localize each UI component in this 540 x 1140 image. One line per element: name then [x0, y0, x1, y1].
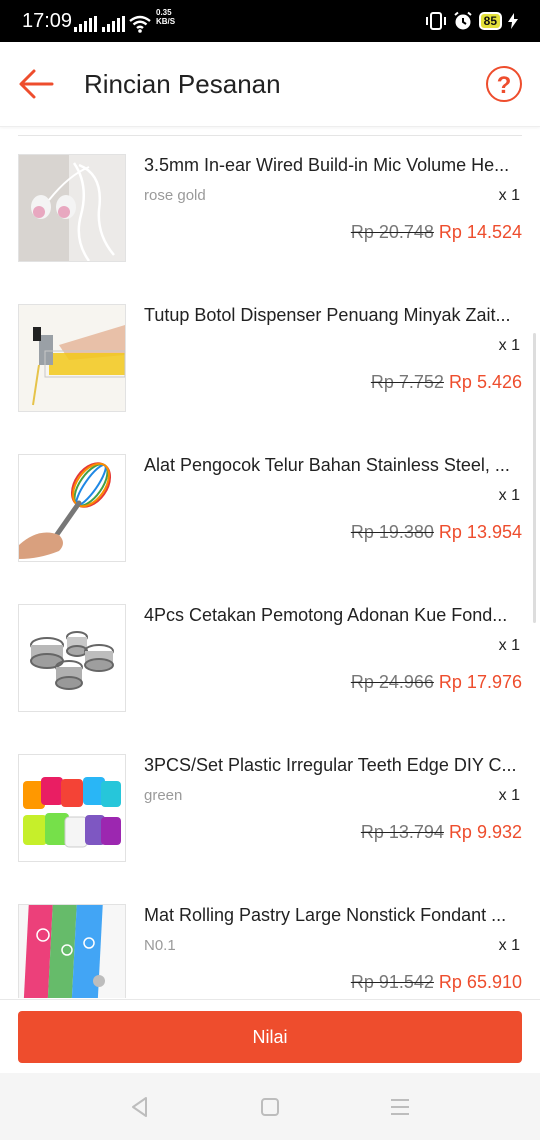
product-quantity: x 1	[498, 787, 520, 804]
discounted-price: Rp 5.426	[448, 372, 522, 392]
alarm-icon	[454, 11, 472, 30]
product-name[interactable]: Alat Pengocok Telur Bahan Stainless Stee…	[144, 454, 522, 476]
divider	[18, 135, 522, 136]
order-item[interactable]: 4Pcs Cetakan Pemotong Adonan Kue Fond...…	[0, 604, 540, 754]
original-price: Rp 24.966	[350, 672, 434, 692]
vibrate-icon	[425, 12, 446, 30]
signal-icon	[74, 16, 97, 32]
price-block: Rp 91.542 Rp 65.910	[351, 971, 522, 993]
order-item[interactable]: Mat Rolling Pastry Large Nonstick Fondan…	[0, 904, 540, 998]
product-image-plastic-scrapers[interactable]	[18, 754, 126, 862]
product-name[interactable]: 3.5mm In-ear Wired Build-in Mic Volume H…	[144, 154, 522, 176]
discounted-price: Rp 13.954	[438, 522, 522, 542]
product-quantity: x 1	[498, 637, 520, 654]
scrollbar[interactable]	[533, 333, 536, 623]
product-image-egg-whisk[interactable]	[18, 454, 126, 562]
discounted-price: Rp 14.524	[438, 222, 522, 242]
network-speed-value: 0.35	[156, 8, 172, 17]
rate-button[interactable]: Nilai	[18, 1011, 522, 1063]
product-variant: rose gold	[144, 187, 206, 204]
price-block: Rp 24.966 Rp 17.976	[351, 671, 522, 693]
product-quantity: x 1	[498, 487, 520, 504]
back-arrow-icon	[19, 69, 54, 99]
product-name[interactable]: Mat Rolling Pastry Large Nonstick Fondan…	[144, 904, 522, 926]
product-image-cookie-cutters[interactable]	[18, 604, 126, 712]
charging-icon	[508, 13, 518, 29]
app-header: Rincian Pesanan ?	[0, 42, 540, 127]
footer-bar: Nilai	[0, 999, 540, 1074]
product-name[interactable]: 4Pcs Cetakan Pemotong Adonan Kue Fond...	[144, 604, 522, 626]
order-item[interactable]: Alat Pengocok Telur Bahan Stainless Stee…	[0, 454, 540, 604]
price-block: Rp 13.794 Rp 9.932	[361, 821, 522, 843]
status-icons: 85	[425, 10, 518, 32]
product-quantity: x 1	[498, 337, 520, 354]
order-item[interactable]: 3.5mm In-ear Wired Build-in Mic Volume H…	[0, 154, 540, 304]
original-price: Rp 20.748	[350, 222, 434, 242]
original-price: Rp 13.794	[360, 822, 444, 842]
nav-menu-icon[interactable]	[388, 1095, 412, 1119]
network-speed-unit: KB/S	[156, 17, 176, 26]
wifi-icon	[129, 15, 151, 33]
discounted-price: Rp 17.976	[438, 672, 522, 692]
product-name[interactable]: 3PCS/Set Plastic Irregular Teeth Edge DI…	[144, 754, 522, 776]
product-variant: green	[144, 787, 183, 804]
product-image-oil-pourer[interactable]	[18, 304, 126, 412]
battery-indicator: 85	[478, 12, 502, 30]
status-bar: 17:09 0.35 KB/S 85	[0, 0, 540, 42]
original-price: Rp 91.542	[350, 972, 434, 992]
page-title: Rincian Pesanan	[84, 69, 281, 99]
product-name[interactable]: Tutup Botol Dispenser Penuang Minyak Zai…	[144, 304, 522, 326]
back-button[interactable]	[16, 62, 56, 106]
signal-icon-2	[102, 16, 125, 32]
original-price: Rp 7.752	[370, 372, 444, 392]
price-block: Rp 7.752 Rp 5.426	[371, 371, 522, 393]
product-image-earphones[interactable]	[18, 154, 126, 262]
order-item[interactable]: 3PCS/Set Plastic Irregular Teeth Edge DI…	[0, 754, 540, 904]
product-variant: N0.1	[144, 937, 176, 954]
order-item[interactable]: Tutup Botol Dispenser Penuang Minyak Zai…	[0, 304, 540, 454]
help-button[interactable]: ?	[486, 66, 522, 102]
system-navigation-bar	[0, 1073, 540, 1140]
network-speed: 0.35 KB/S	[156, 8, 175, 26]
discounted-price: Rp 65.910	[438, 972, 522, 992]
price-block: Rp 20.748 Rp 14.524	[351, 221, 522, 243]
product-quantity: x 1	[498, 187, 520, 204]
discounted-price: Rp 9.932	[448, 822, 522, 842]
product-quantity: x 1	[498, 937, 520, 954]
product-image-pastry-mats[interactable]	[18, 904, 126, 998]
status-time: 17:09	[22, 10, 73, 32]
order-item-list[interactable]: 3.5mm In-ear Wired Build-in Mic Volume H…	[0, 127, 540, 998]
nav-back-icon[interactable]	[128, 1095, 152, 1119]
original-price: Rp 19.380	[350, 522, 434, 542]
nav-home-icon[interactable]	[258, 1095, 282, 1119]
price-block: Rp 19.380 Rp 13.954	[351, 521, 522, 543]
